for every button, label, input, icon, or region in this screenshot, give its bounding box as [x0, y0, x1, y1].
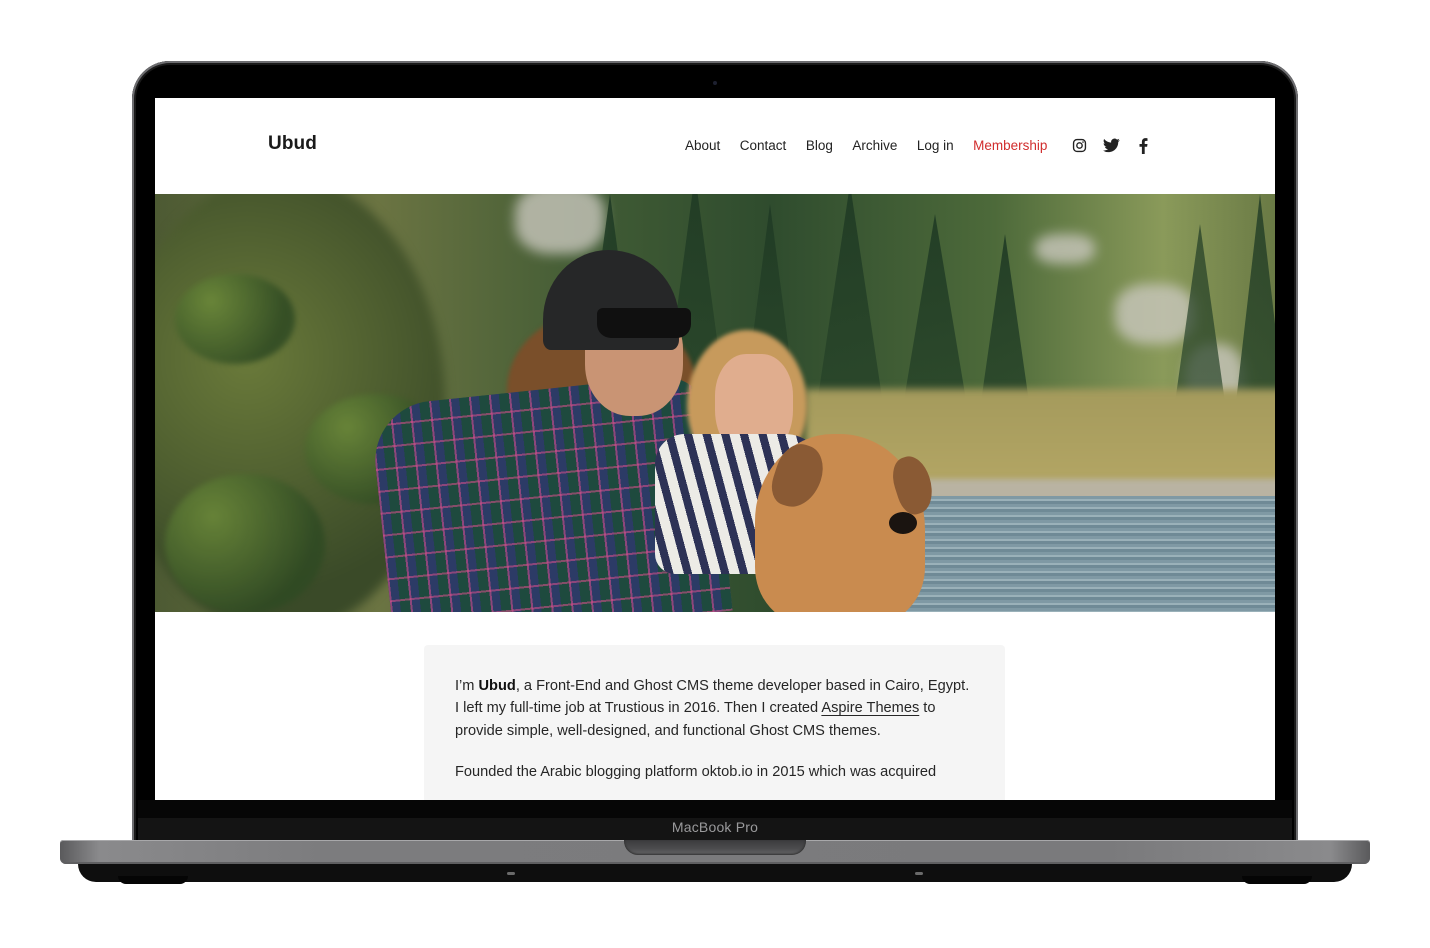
laptop-vent — [915, 872, 923, 875]
instagram-icon[interactable] — [1071, 137, 1088, 154]
hero-rock — [515, 194, 605, 254]
nav-membership[interactable]: Membership — [973, 138, 1047, 153]
laptop-vent — [507, 872, 515, 875]
camera-icon — [713, 81, 717, 85]
hero-rock — [1115, 284, 1195, 344]
about-text: I’m — [455, 678, 479, 694]
hero-man-sunglasses — [597, 308, 691, 338]
laptop-foot — [1242, 876, 1312, 884]
hero-leaves — [165, 474, 325, 612]
hero-dog-nose — [889, 512, 917, 534]
facebook-icon[interactable] — [1135, 137, 1152, 154]
nav-about[interactable]: About — [685, 138, 720, 153]
nav-archive[interactable]: Archive — [852, 138, 897, 153]
device-label: MacBook Pro — [671, 819, 759, 835]
hero-rock — [1035, 234, 1095, 264]
site-logo[interactable]: Ubud — [268, 133, 317, 155]
main-nav: About Contact Blog Archive Log in Member… — [685, 137, 1152, 154]
laptop-base-underside — [78, 864, 1352, 882]
aspire-themes-link[interactable]: Aspire Themes — [821, 700, 919, 716]
browser-screen: Ubud About Contact Blog Archive Log in M… — [155, 98, 1275, 800]
hero-leaves — [175, 274, 295, 364]
hero-image — [155, 194, 1275, 612]
about-card: I’m Ubud, a Front-End and Ghost CMS them… — [424, 645, 1005, 800]
author-name: Ubud — [478, 678, 516, 694]
nav-login[interactable]: Log in — [917, 138, 954, 153]
site-header: Ubud About Contact Blog Archive Log in M… — [155, 98, 1275, 194]
laptop-foot — [118, 876, 188, 884]
laptop-opening-notch — [624, 840, 806, 855]
social-links — [1071, 137, 1152, 154]
nav-blog[interactable]: Blog — [806, 138, 833, 153]
nav-contact[interactable]: Contact — [740, 138, 787, 153]
about-paragraph-2: Founded the Arabic blogging platform okt… — [455, 763, 937, 780]
twitter-icon[interactable] — [1103, 137, 1121, 154]
about-paragraph-1: I’m Ubud, a Front-End and Ghost CMS them… — [455, 675, 974, 742]
